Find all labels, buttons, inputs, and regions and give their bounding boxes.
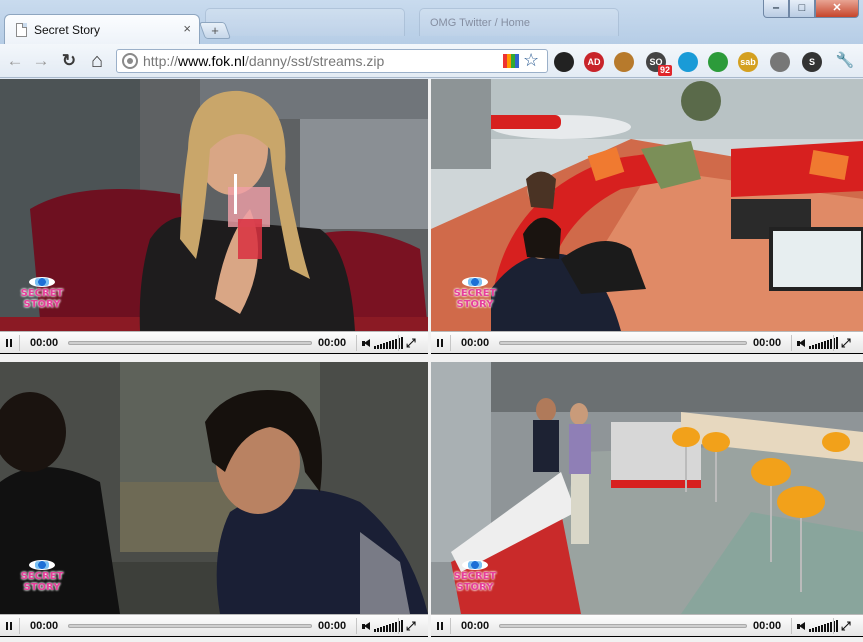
color-wheel-extension-icon[interactable] [554,52,574,72]
video-player-3[interactable]: SECRET STORY 00:00 00:00 ⤢ [0,362,428,637]
fullscreen-icon[interactable]: ⤢ [841,615,851,637]
video-frame-3[interactable] [0,362,428,614]
secret-story-logo: SECRET STORY [453,560,497,596]
tab-secret-story[interactable]: Secret Story × [4,14,200,44]
current-time: 00:00 [30,337,59,349]
eye-icon [462,277,488,287]
total-time: 00:00 [318,337,347,349]
seek-bar[interactable] [68,624,312,628]
browser-toolbar: ← → ↻ ⌂ http://www.fok.nl/danny/sst/stre… [0,44,863,78]
home-button[interactable]: ⌂ [86,50,108,72]
player-controls-1: 00:00 00:00 ⤢ [0,331,428,353]
eye-icon [29,560,55,570]
video-frame-1[interactable] [0,79,428,331]
s-extension-icon[interactable]: S [802,52,822,72]
window-controls: ‒ □ ✕ [763,0,859,18]
seek-bar[interactable] [499,341,747,345]
total-time: 00:00 [753,620,782,632]
url-text: http://www.fok.nl/danny/sst/streams.zip [143,53,385,69]
video-player-4[interactable]: SECRET STORY 00:00 00:00 ⤢ [431,362,863,637]
pause-button[interactable] [436,615,444,637]
video-player-2[interactable]: SECRET STORY 00:00 00:00 ⤢ [431,79,863,354]
pause-button[interactable] [436,332,444,354]
plugin-extension-icon[interactable] [770,52,790,72]
extension-badge: 92 [657,65,672,76]
cookie-extension-icon[interactable] [614,52,634,72]
player-controls-2: 00:00 00:00 ⤢ [431,331,863,353]
pause-button[interactable] [5,332,13,354]
fullscreen-icon[interactable]: ⤢ [406,615,416,637]
forward-button[interactable]: → [30,50,52,72]
bookmark-star-icon[interactable]: ☆ [523,50,539,71]
background-tabs: ОМG Twitter / Home [205,4,765,40]
seek-bar[interactable] [68,341,312,345]
fullscreen-icon[interactable]: ⤢ [406,332,416,354]
total-time: 00:00 [318,620,347,632]
volume-icon[interactable] [797,339,807,348]
page-action-icon[interactable] [503,54,519,68]
maximize-button[interactable]: □ [789,0,815,18]
current-time: 00:00 [461,337,490,349]
volume-icon[interactable] [362,339,372,348]
page-icon [16,23,27,37]
stream-grid: SECRET STORY 00:00 00:00 ⤢ SECRET STORY … [0,79,863,642]
wrench-menu-icon[interactable]: 🔧 [834,50,856,72]
tab-close-icon[interactable]: × [183,21,191,36]
close-window-button[interactable]: ✕ [815,0,859,18]
volume-icon[interactable] [797,622,807,631]
secret-story-logo: SECRET STORY [20,560,64,596]
sab-extension-icon[interactable]: sab [738,52,758,72]
player-controls-4: 00:00 00:00 ⤢ [431,614,863,636]
seo-extension-icon[interactable]: SO 92 [646,52,672,76]
plus-icon: + [211,23,219,38]
background-tab-2[interactable]: ОМG Twitter / Home [419,8,619,36]
fullscreen-icon[interactable]: ⤢ [841,332,851,354]
adblock-extension-icon[interactable]: AD [584,52,604,72]
player-controls-3: 00:00 00:00 ⤢ [0,614,428,636]
secret-story-logo: SECRET STORY [20,277,64,313]
eye-icon [462,560,488,570]
eye-icon [29,277,55,287]
tab-title: Secret Story [34,23,101,37]
current-time: 00:00 [461,620,490,632]
back-button[interactable]: ← [4,50,26,72]
ghost-extension-icon[interactable] [678,52,698,72]
window-titlebar: ОМG Twitter / Home Secret Story × + ‒ □ … [0,0,863,44]
total-time: 00:00 [753,337,782,349]
new-tab-button[interactable]: + [198,22,232,39]
secret-story-logo: SECRET STORY [453,277,497,313]
current-time: 00:00 [30,620,59,632]
globe-icon [122,53,138,69]
seek-bar[interactable] [499,624,747,628]
volume-icon[interactable] [362,622,372,631]
video-player-1[interactable]: SECRET STORY 00:00 00:00 ⤢ [0,79,428,354]
pause-button[interactable] [5,615,13,637]
minimize-button[interactable]: ‒ [763,0,789,18]
reload-button[interactable]: ↻ [58,50,80,72]
background-tab-1[interactable] [205,8,405,36]
green-gear-extension-icon[interactable] [708,52,728,72]
address-bar[interactable]: http://www.fok.nl/danny/sst/streams.zip … [116,49,548,73]
